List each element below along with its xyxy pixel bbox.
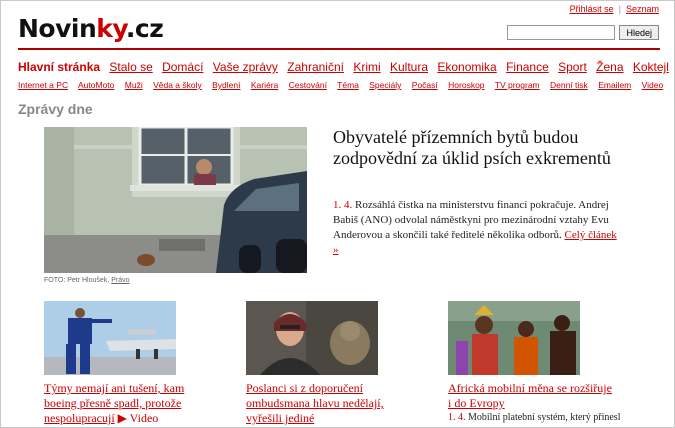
article-card: Africká mobilní měna se rozšiřuje i do E… <box>448 301 620 425</box>
article-link[interactable]: Poslanci si z doporučení ombudsmana hlav… <box>246 381 384 425</box>
nav-kultura[interactable]: Kultura <box>390 60 428 74</box>
subnav-video[interactable]: Video <box>642 80 664 90</box>
video-link[interactable]: ▶ Video <box>118 411 159 425</box>
header-rule <box>18 48 660 50</box>
lead-time: 1. 4. <box>333 199 353 211</box>
subnav-specialy[interactable]: Speciály <box>369 80 401 90</box>
article-title: Týmy nemají ani tušení, kam boeing přesn… <box>44 381 214 426</box>
nav-vase-zpravy[interactable]: Vaše zprávy <box>213 60 278 74</box>
nav-sport[interactable]: Sport <box>558 60 587 74</box>
article-perex-text: Mobilní platební systém, který přinesl <box>468 412 621 423</box>
primary-nav: Hlavní stránka Stalo se Domácí Vaše zprá… <box>18 60 675 74</box>
article-perex: 1. 4. Mobilní platební systém, který při… <box>448 411 620 425</box>
article-card: Týmy nemají ani tušení, kam boeing přesn… <box>44 301 214 426</box>
nav-home[interactable]: Hlavní stránka <box>18 60 100 74</box>
nav-ekonomika[interactable]: Ekonomika <box>437 60 496 74</box>
subnav-automoto[interactable]: AutoMoto <box>78 80 114 90</box>
search-box: Hledej <box>507 25 659 40</box>
subnav-tv-program[interactable]: TV program <box>495 80 540 90</box>
subnav-emailem[interactable]: Emailem <box>598 80 631 90</box>
lead-photo[interactable] <box>44 127 307 273</box>
lead-perex: 1. 4. Rozsáhlá čistka na ministerstvu fi… <box>333 198 623 258</box>
credit-source-link[interactable]: Právo <box>111 277 129 284</box>
photo-credit: FOTO: Petr Hloušek, Právo <box>44 277 130 284</box>
nav-finance[interactable]: Finance <box>506 60 549 74</box>
article-time: 1. 4. <box>448 412 466 423</box>
search-button[interactable]: Hledej <box>619 25 659 40</box>
article-title: Poslanci si z doporučení ombudsmana hlav… <box>246 381 416 426</box>
subnav-denni-tisk[interactable]: Denní tisk <box>550 80 588 90</box>
subnav-kariera[interactable]: Kariéra <box>251 80 278 90</box>
article-card: Poslanci si z doporučení ombudsmana hlav… <box>246 301 416 426</box>
top-links: Přihlásit se | Seznam <box>569 4 659 14</box>
subnav-bydleni[interactable]: Bydlení <box>212 80 240 90</box>
subnav-muzi[interactable]: Muži <box>125 80 143 90</box>
search-input[interactable] <box>507 25 616 40</box>
subnav-pocasi[interactable]: Počasí <box>412 80 438 90</box>
subnav-horoskop[interactable]: Horoskop <box>448 80 484 90</box>
section-title: Zprávy dne <box>18 101 93 117</box>
lead-headline[interactable]: Obyvatelé přízemních bytů budou zodpověd… <box>333 127 633 169</box>
nav-domaci[interactable]: Domácí <box>162 60 203 74</box>
subnav-cestovani[interactable]: Cestování <box>289 80 327 90</box>
article-thumbnail[interactable] <box>44 301 176 375</box>
article-link[interactable]: Africká mobilní měna se rozšiřuje i do E… <box>448 381 612 410</box>
article-link[interactable]: Týmy nemají ani tušení, kam boeing přesn… <box>44 381 184 425</box>
subnav-internet[interactable]: Internet a PC <box>18 80 68 90</box>
seznam-link[interactable]: Seznam <box>626 4 659 14</box>
nav-koktejl[interactable]: Koktejl <box>633 60 669 74</box>
subnav-tema[interactable]: Téma <box>337 80 359 90</box>
article-title: Africká mobilní měna se rozšiřuje i do E… <box>448 381 618 411</box>
login-link[interactable]: Přihlásit se <box>570 4 614 14</box>
subnav-veda[interactable]: Věda a školy <box>153 80 202 90</box>
nav-stalo-se[interactable]: Stalo se <box>109 60 152 74</box>
article-thumbnail[interactable] <box>246 301 378 375</box>
site-logo[interactable]: Novinky.cz <box>18 14 164 43</box>
nav-krimi[interactable]: Krimi <box>353 60 380 74</box>
nav-zena[interactable]: Žena <box>596 60 623 74</box>
nav-zahranicni[interactable]: Zahraniční <box>287 60 344 74</box>
secondary-nav: Internet a PC AutoMoto Muži Věda a školy… <box>18 80 671 90</box>
article-thumbnail[interactable] <box>448 301 580 375</box>
